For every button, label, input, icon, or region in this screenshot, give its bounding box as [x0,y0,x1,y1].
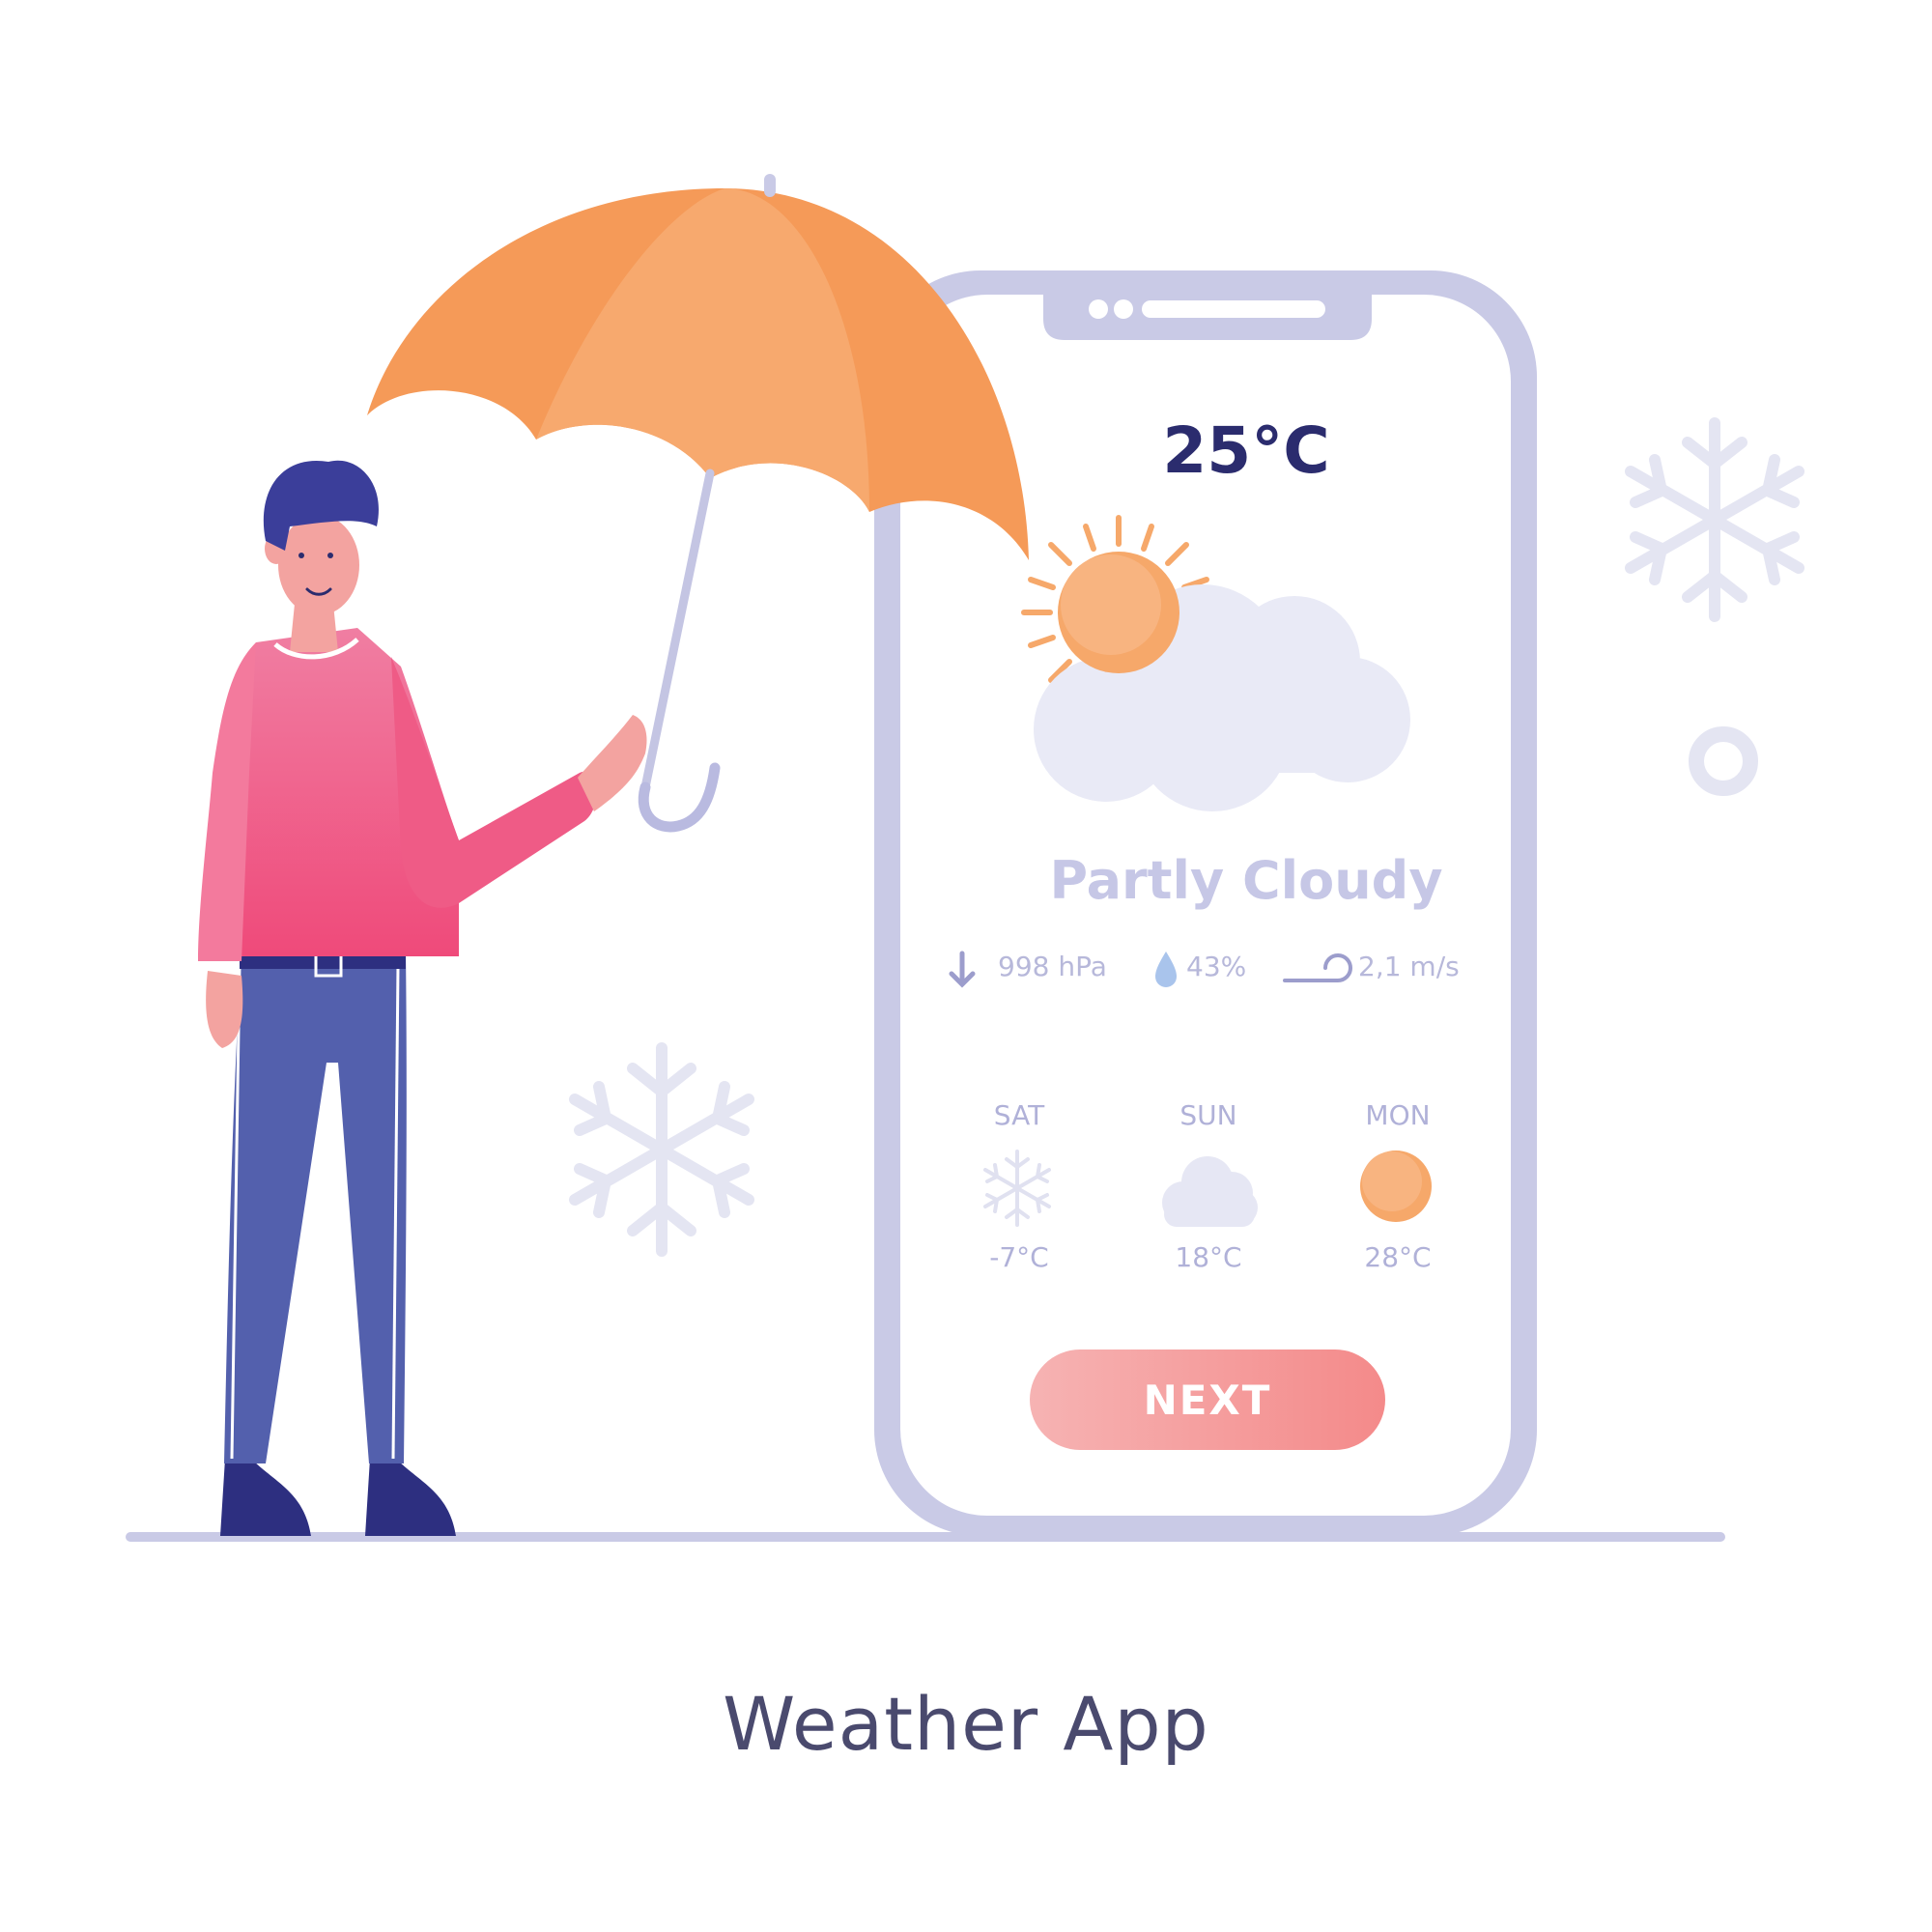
notch-speaker [1142,300,1325,318]
illustration-svg [126,174,1804,1542]
page-title: Weather App [723,1681,1209,1767]
forecast-temp-sat: -7°C [989,1241,1049,1273]
humidity-value: 43% [1186,951,1247,982]
weather-condition: Partly Cloudy [1049,850,1443,911]
current-temperature: 25°C [1162,413,1330,488]
wind-value: 2,1 m/s [1358,951,1460,982]
snowflake-icon [1625,417,1804,622]
illustration-stage: 25°C Partly Cloudy 998 hPa 43% 2,1 m/s S… [0,0,1932,1932]
ring-decoration [1689,726,1758,796]
sun-highlight [1061,554,1161,655]
forecast-day-mon: MON [1365,1099,1431,1131]
forecast-temp-mon: 28°C [1364,1241,1432,1273]
forecast-day-sat: SAT [993,1099,1045,1131]
pressure-value: 998 hPa [998,951,1107,982]
person-illustration [198,460,647,1536]
next-button[interactable]: NEXT [1030,1350,1385,1450]
forecast-day-sun: SUN [1179,1099,1237,1131]
notch-camera [1089,299,1108,319]
snowflake-icon [569,1042,754,1257]
forecast-temp-sun: 18°C [1175,1241,1242,1273]
sun-highlight [1362,1151,1422,1211]
notch-sensor [1114,299,1133,319]
